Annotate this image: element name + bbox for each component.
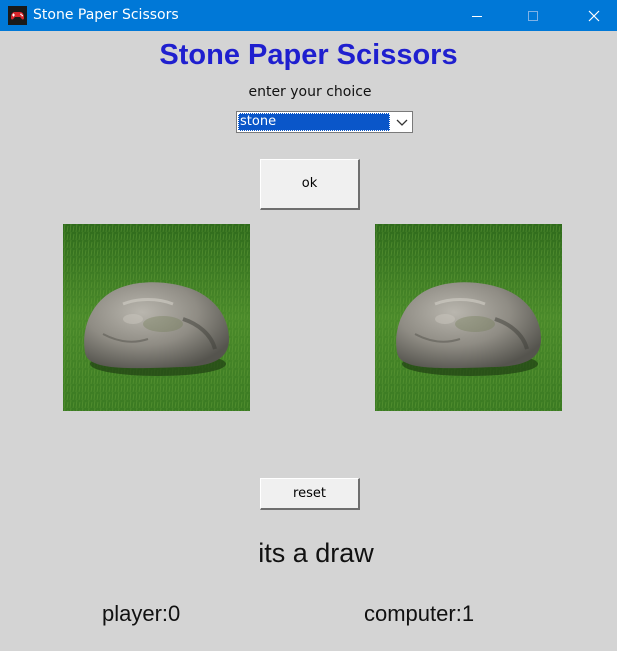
window-title: Stone Paper Scissors — [33, 7, 179, 23]
choice-select-value: stone — [238, 113, 390, 131]
player-choice-image — [63, 224, 250, 411]
ok-button[interactable]: ok — [260, 159, 360, 210]
choice-prompt: enter your choice — [248, 84, 372, 100]
reset-button[interactable]: reset — [260, 478, 360, 510]
app-window: Stone Paper Scissors Stone Paper Scissor… — [0, 0, 617, 651]
page-title: Stone Paper Scissors — [159, 39, 458, 71]
choice-select[interactable]: stone — [236, 111, 413, 133]
close-button[interactable] — [571, 0, 617, 31]
minimize-button[interactable] — [454, 0, 500, 31]
computer-score: computer:1 — [364, 601, 475, 626]
title-bar[interactable]: Stone Paper Scissors — [0, 0, 617, 31]
computer-choice-image — [375, 224, 562, 411]
maximize-button[interactable] — [510, 0, 556, 31]
player-score: player:0 — [102, 601, 181, 626]
chevron-down-icon[interactable] — [394, 115, 410, 129]
result-label: its a draw — [258, 538, 374, 568]
game-controller-icon — [8, 6, 27, 25]
